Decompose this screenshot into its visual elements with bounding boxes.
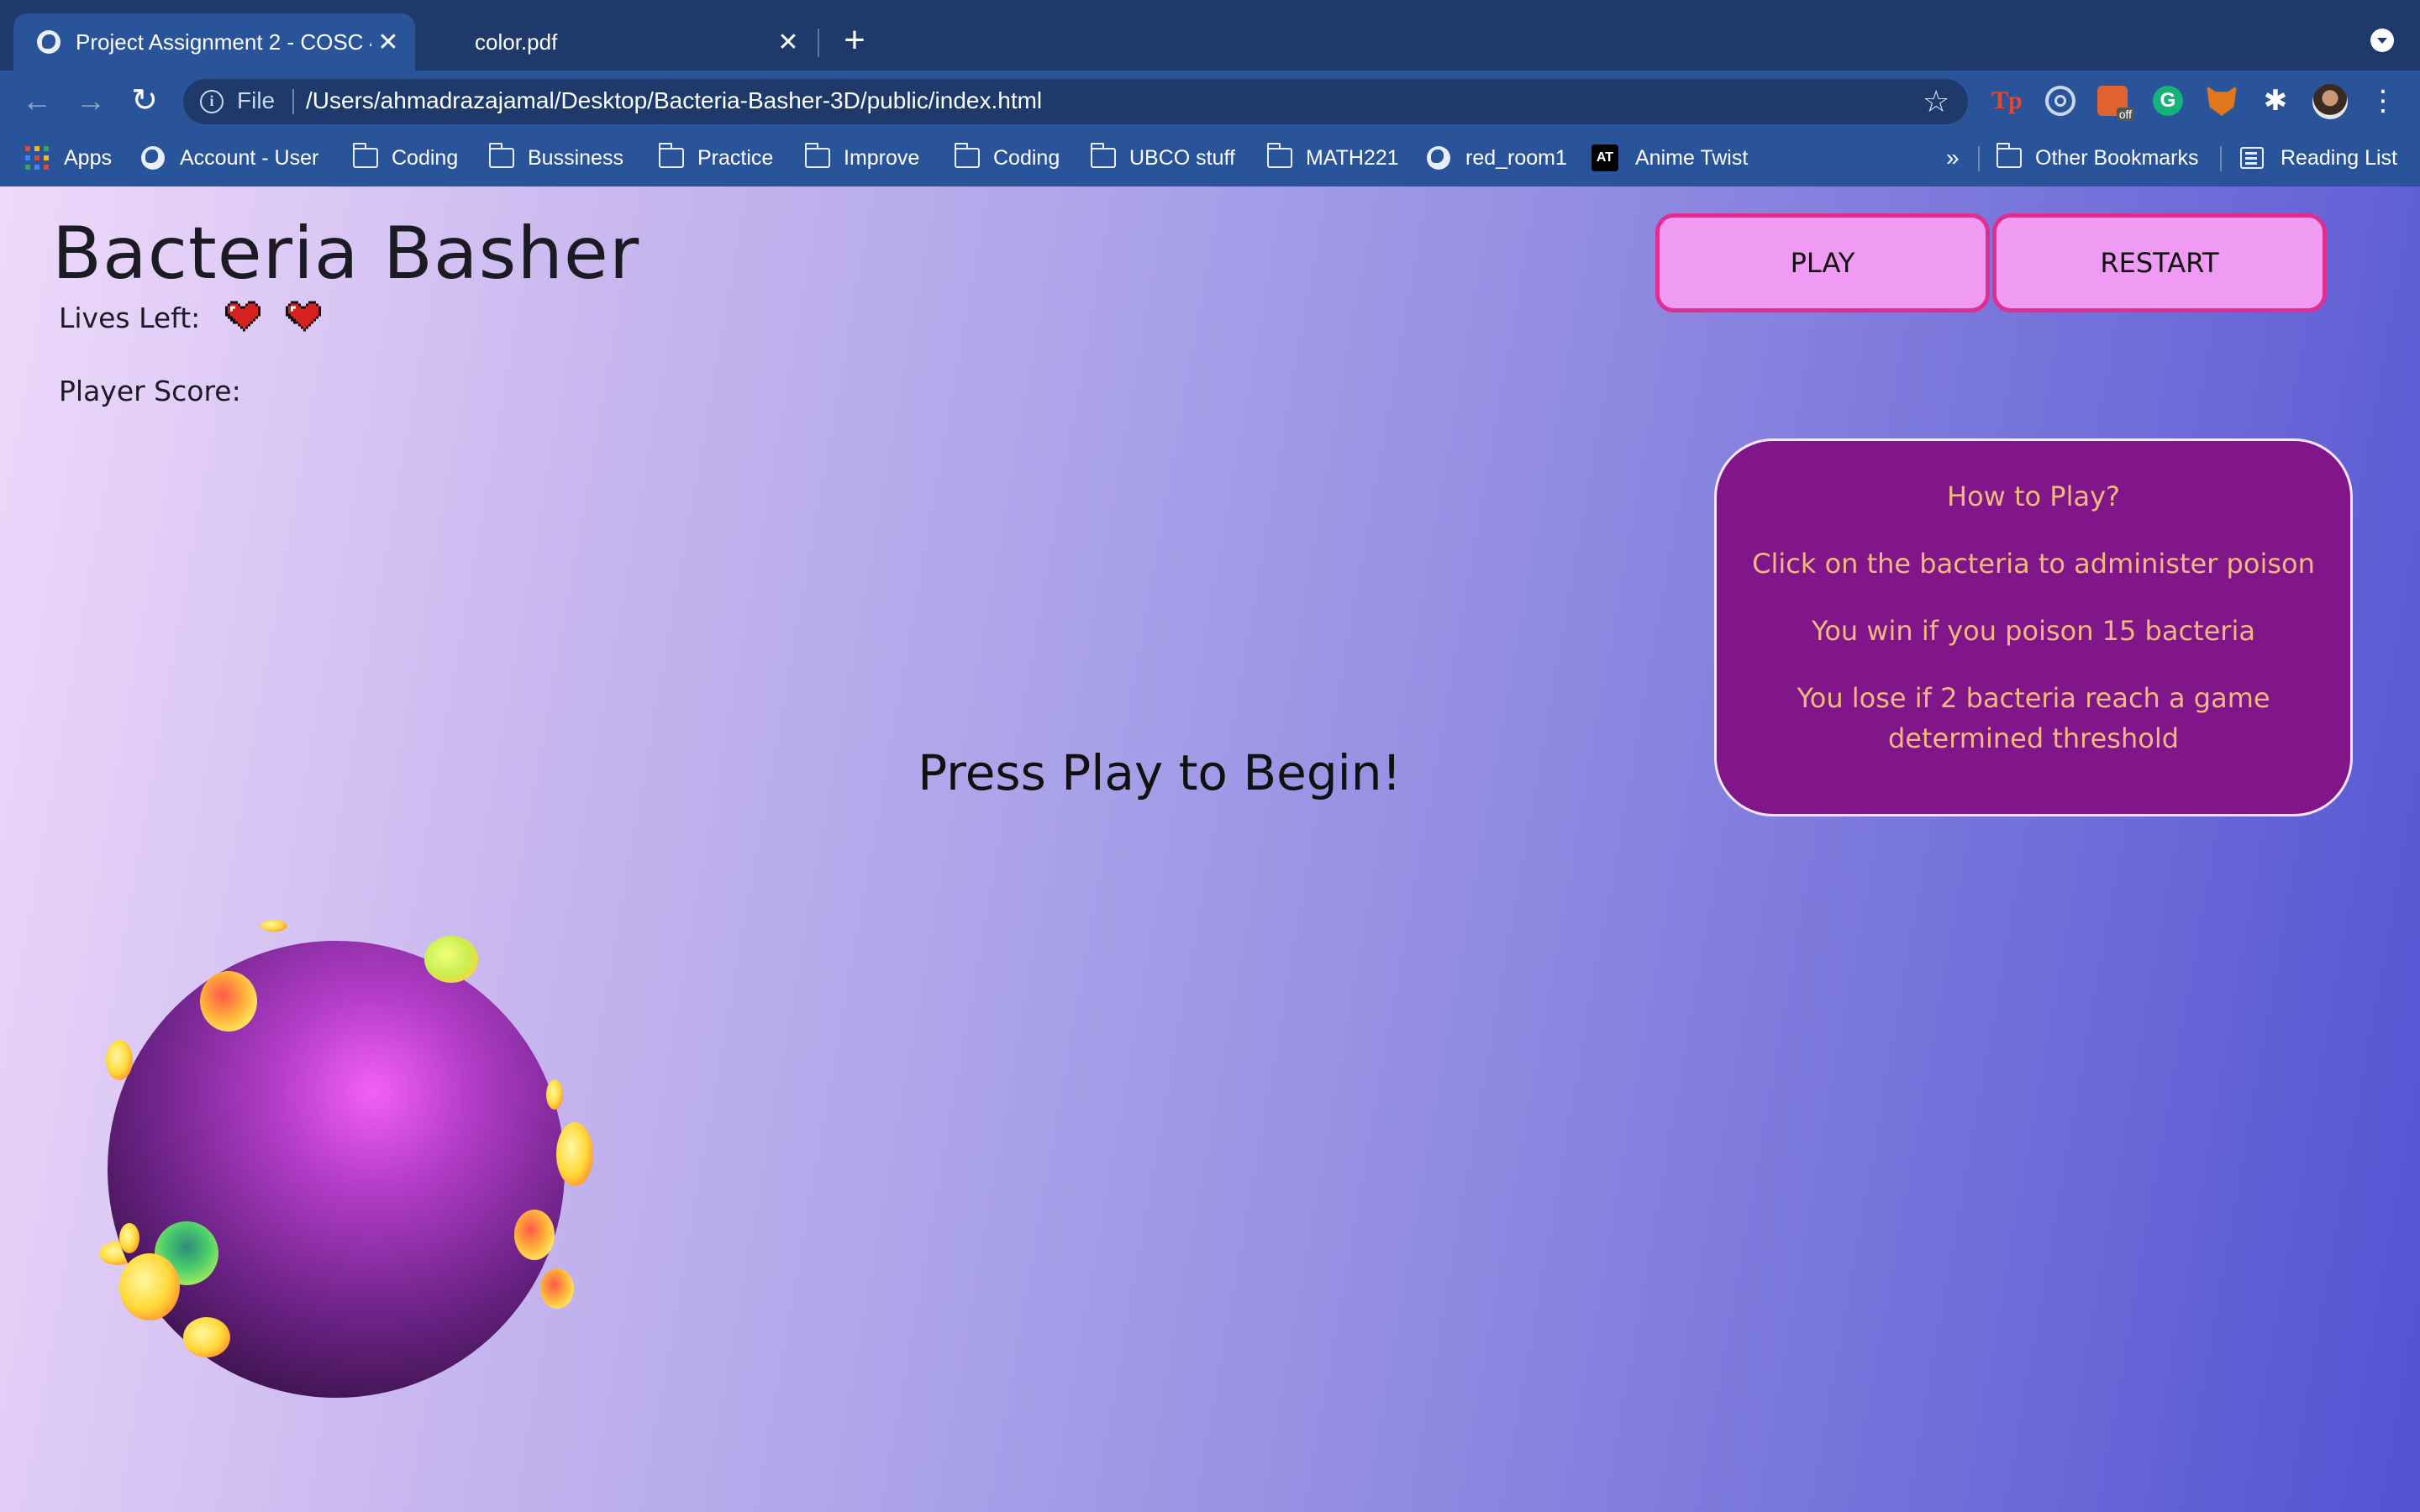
reading-list-button[interactable]: Reading List: [2240, 143, 2397, 173]
bookmark-red-room1[interactable]: red_room1: [1427, 143, 1567, 173]
bookmark-label: Coding: [392, 145, 459, 170]
bookmarks-divider: [2220, 146, 2222, 171]
bacteria[interactable]: [424, 936, 478, 983]
folder-icon: [488, 143, 514, 168]
bacteria[interactable]: [119, 1223, 139, 1253]
url-text[interactable]: /Users/ahmadrazajamal/Desktop/Bacteria-B…: [306, 87, 1042, 114]
bookmark-bussiness[interactable]: Bussiness: [488, 143, 623, 173]
sphere-body[interactable]: [108, 941, 565, 1398]
game-page: Bacteria Basher Lives Left: Player Score…: [0, 186, 2420, 1512]
instruction-line: Click on the bacteria to administer pois…: [1752, 548, 2315, 580]
scheme-label: File: [237, 87, 276, 113]
tab-title: Project Assignment 2 - COSC 4: [76, 29, 371, 55]
heart-icon: [225, 301, 261, 334]
reading-list-label: Reading List: [2281, 145, 2397, 170]
bookmark-label: Coding: [993, 145, 1060, 170]
bookmark-improve[interactable]: Improve: [804, 143, 920, 173]
globe-icon: [141, 146, 165, 170]
at-logo-icon: AT: [1591, 144, 1618, 171]
tab-divider: [818, 29, 819, 57]
game-canvas[interactable]: [84, 917, 622, 1413]
bookmark-anime-twist[interactable]: AT Anime Twist: [1591, 143, 1748, 173]
bookmark-ubco-stuff[interactable]: UBCO stuff: [1090, 143, 1235, 173]
bookmark-star-icon[interactable]: ☆: [1923, 84, 1949, 119]
bookmark-label: MATH221: [1306, 145, 1399, 170]
apps-grid-icon: [25, 146, 49, 170]
bacteria[interactable]: [200, 971, 257, 1032]
hearts-container: [200, 301, 322, 334]
bookmark-label: UBCO stuff: [1129, 145, 1235, 170]
restart-button[interactable]: RESTART: [1992, 213, 2327, 312]
folder-icon: [352, 143, 378, 168]
new-tab-button[interactable]: +: [836, 18, 873, 62]
bookmarks-divider: [1978, 146, 1980, 171]
address-bar[interactable]: i File /Users/ahmadrazajamal/Desktop/Bac…: [183, 79, 1968, 124]
globe-icon: [37, 30, 60, 54]
lives-indicator: Lives Left:: [59, 301, 322, 334]
profile-avatar[interactable]: [2312, 84, 2348, 119]
target-extension-icon[interactable]: [2045, 86, 2075, 116]
bookmark-coding[interactable]: Coding: [352, 143, 459, 173]
close-icon[interactable]: ✕: [371, 28, 405, 57]
folder-icon: [1090, 143, 1116, 168]
back-arrow-icon[interactable]: ←: [18, 81, 55, 121]
folder-icon: [658, 143, 684, 168]
page-title: Bacteria Basher: [52, 212, 640, 296]
score-indicator: Player Score:: [59, 375, 250, 407]
bacteria[interactable]: [514, 1210, 555, 1260]
bookmark-other-bookmarks[interactable]: Other Bookmarks: [1996, 143, 2199, 173]
address-divider: [292, 89, 294, 114]
heart-icon: [286, 301, 322, 334]
bookmark-label: Improve: [844, 145, 920, 170]
forward-arrow-icon[interactable]: →: [72, 81, 109, 121]
bookmark-label: Apps: [64, 145, 112, 170]
bookmark-label: Account - User: [180, 145, 319, 170]
tab-project-assignment[interactable]: Project Assignment 2 - COSC 4 ✕: [13, 13, 415, 71]
score-label: Player Score:: [59, 375, 241, 407]
puzzle-extensions-icon[interactable]: ✱: [2260, 86, 2291, 116]
tab-search-icon[interactable]: [2370, 29, 2394, 52]
bookmark-label: red_room1: [1465, 145, 1567, 170]
bookmark-coding-2[interactable]: Coding: [954, 143, 1060, 173]
play-button[interactable]: PLAY: [1655, 213, 1990, 312]
folder-icon: [1996, 143, 2022, 168]
bacteria[interactable]: [556, 1122, 593, 1186]
info-icon[interactable]: i: [200, 90, 224, 113]
bacteria[interactable]: [183, 1317, 230, 1357]
tab-title: color.pdf: [475, 29, 558, 55]
close-icon[interactable]: ✕: [771, 28, 805, 57]
folder-icon: [954, 143, 980, 168]
reading-list-icon: [2240, 147, 2264, 169]
reload-icon[interactable]: ↻: [126, 81, 163, 121]
extension-badge: off: [2116, 108, 2134, 121]
instruction-line: You win if you poison 15 bacteria: [1812, 615, 2255, 647]
grammarly-icon[interactable]: G: [2153, 86, 2183, 116]
bacteria[interactable]: [546, 1079, 563, 1110]
bookmark-label: Bussiness: [528, 145, 623, 170]
lives-label: Lives Left:: [59, 301, 201, 334]
kebab-menu-icon[interactable]: ⋮: [2368, 86, 2398, 116]
bookmark-practice[interactable]: Practice: [658, 143, 774, 173]
folder-icon: [804, 143, 830, 168]
bookmark-apps[interactable]: Apps: [25, 143, 112, 173]
folder-icon: [1266, 143, 1292, 168]
globe-icon: [1427, 146, 1450, 170]
planet-sphere-graphic[interactable]: [84, 917, 622, 1413]
bacteria[interactable]: [106, 1040, 133, 1080]
start-prompt: Press Play to Begin!: [918, 744, 1402, 801]
browser-tab-strip: Project Assignment 2 - COSC 4 ✕ color.pd…: [0, 0, 2420, 79]
bookmark-account-user[interactable]: Account - User: [141, 143, 318, 173]
how-to-play-title: How to Play?: [1947, 480, 2120, 512]
bookmark-label: Other Bookmarks: [2035, 145, 2199, 170]
off-extension-icon[interactable]: off: [2097, 86, 2134, 121]
bookmark-label: Practice: [697, 145, 774, 170]
bookmark-math221[interactable]: MATH221: [1266, 143, 1399, 173]
tab-color-pdf[interactable]: color.pdf ✕: [429, 13, 815, 71]
bacteria[interactable]: [119, 1253, 180, 1320]
bookmarks-overflow-button[interactable]: »: [1946, 143, 1960, 173]
tp-extension-icon[interactable]: Tp: [1991, 86, 2023, 116]
bookmark-label: Anime Twist: [1635, 145, 1749, 170]
